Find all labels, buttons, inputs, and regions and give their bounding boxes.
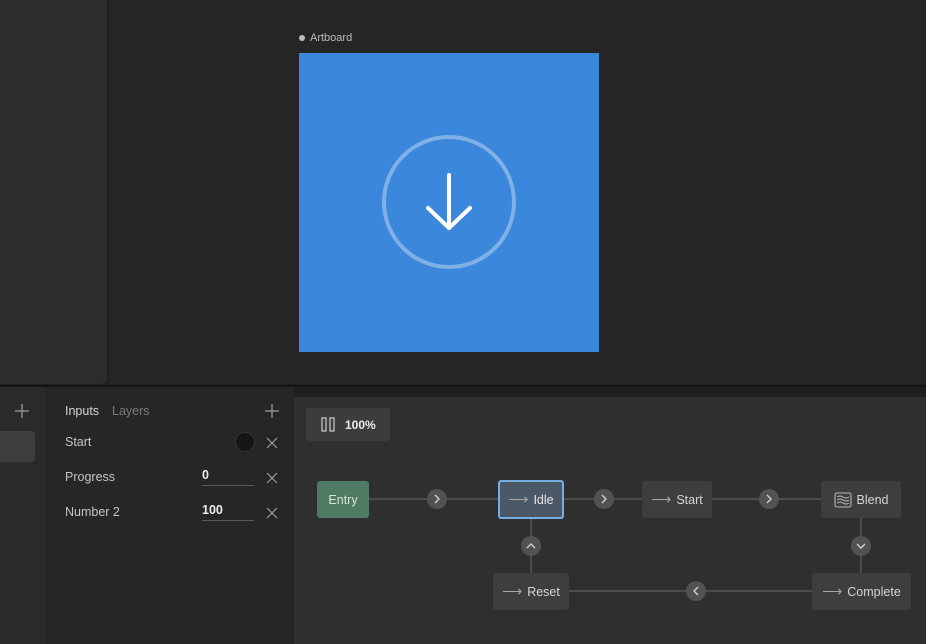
transition-blend-complete-chevron-down-icon[interactable] — [851, 536, 871, 556]
transition-start-blend-chevron-right-icon[interactable] — [759, 489, 779, 509]
transition-entry-idle-chevron-right-icon[interactable] — [427, 489, 447, 509]
blend-label: Blend — [856, 492, 889, 507]
state-node-entry[interactable]: Entry — [317, 481, 369, 518]
state-node-idle[interactable]: ⟶ Idle — [498, 480, 564, 519]
arrow-right-icon: ⟶ — [502, 583, 523, 599]
entry-label: Entry — [328, 492, 358, 507]
blend-icon — [833, 491, 852, 508]
state-node-blend[interactable]: Blend — [821, 481, 901, 518]
start-label: Start — [676, 492, 703, 507]
pause-icon[interactable] — [321, 417, 335, 432]
state-node-start[interactable]: ⟶ Start — [642, 481, 712, 518]
transition-complete-reset-chevron-left-icon[interactable] — [686, 581, 706, 601]
transition-reset-idle-chevron-up-icon[interactable] — [521, 536, 541, 556]
state-node-reset[interactable]: ⟶ Reset — [493, 573, 569, 610]
arrow-right-icon: ⟶ — [651, 491, 672, 507]
zoom-level[interactable]: 100% — [345, 418, 376, 432]
state-node-complete[interactable]: ⟶ Complete — [812, 573, 911, 610]
transition-idle-start-chevron-right-icon[interactable] — [594, 489, 614, 509]
reset-label: Reset — [527, 584, 560, 599]
playback-control[interactable]: 100% — [306, 408, 390, 441]
arrow-right-icon: ⟶ — [822, 583, 843, 599]
complete-label: Complete — [847, 584, 901, 599]
idle-label: Idle — [533, 492, 554, 507]
arrow-right-icon: ⟶ — [508, 491, 529, 507]
transition-wires — [369, 498, 862, 592]
